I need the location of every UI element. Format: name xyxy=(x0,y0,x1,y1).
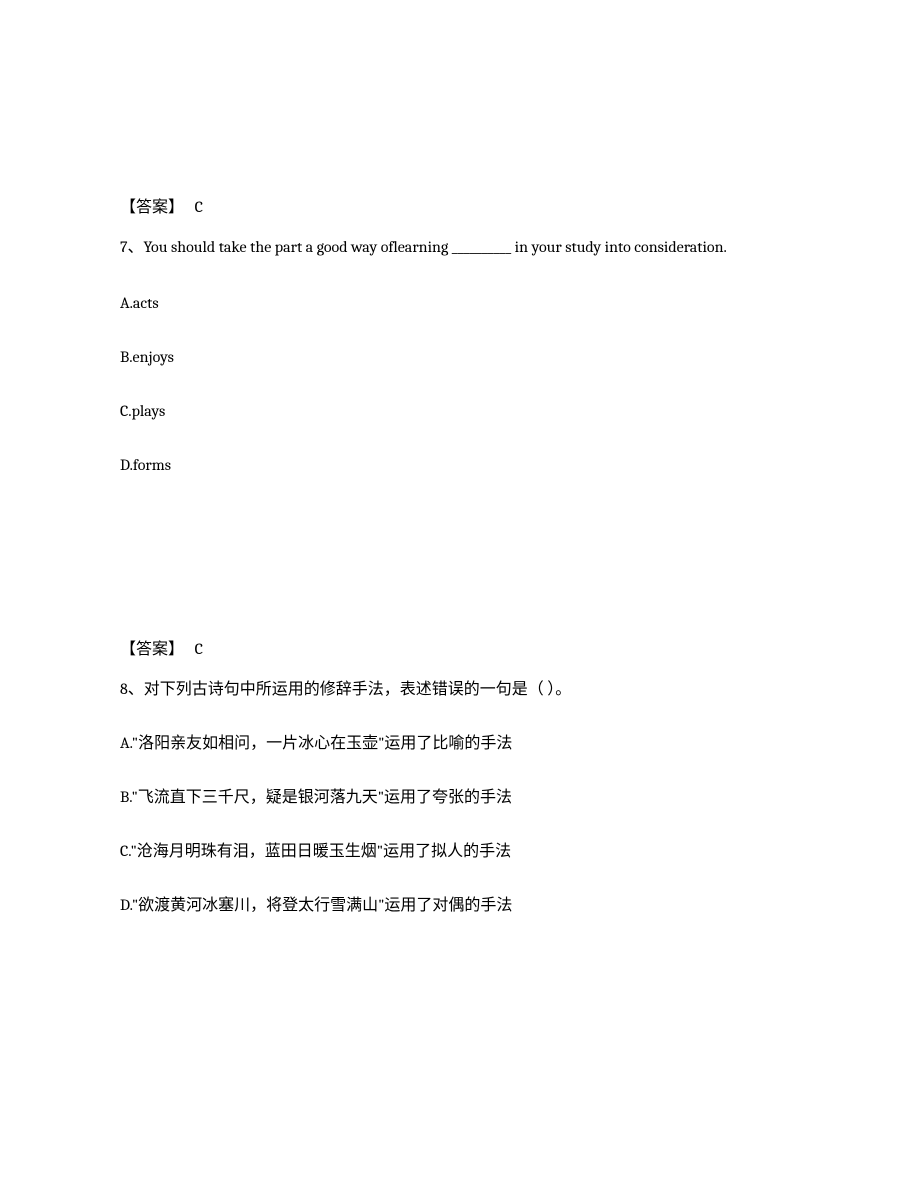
question-8-option-a: A."洛阳亲友如相问，一片冰心在玉壶"运用了比喻的手法 xyxy=(120,731,800,755)
question-8-option-c: C."沧海月明珠有泪，蓝田日暖玉生烟"运用了拟人的手法 xyxy=(120,839,800,863)
answer-6: 【答案】 C xyxy=(120,195,800,219)
question-7-number: 7、 xyxy=(120,238,144,256)
answer-6-label: 【答案】 xyxy=(120,198,184,216)
question-8-option-b: B."飞流直下三千尺，疑是银河落九天"运用了夸张的手法 xyxy=(120,785,800,809)
question-8-option-d: D."欲渡黄河冰塞川，将登太行雪满山"运用了对偶的手法 xyxy=(120,893,800,917)
spacer xyxy=(120,507,800,637)
question-7-option-b: B.enjoys xyxy=(120,345,800,369)
answer-7-value: C xyxy=(195,640,203,658)
question-7-body: You should take the part a good way ofle… xyxy=(144,238,727,256)
question-8-body: 对下列古诗句中所运用的修辞手法，表述错误的一句是（ ）。 xyxy=(144,680,572,698)
question-8-text: 8、对下列古诗句中所运用的修辞手法，表述错误的一句是（ ）。 xyxy=(120,677,800,701)
answer-6-value: C xyxy=(195,198,203,216)
answer-7-label: 【答案】 xyxy=(120,640,184,658)
question-8-number: 8、 xyxy=(120,680,144,698)
question-7-option-c: C.plays xyxy=(120,399,800,423)
question-7-option-d: D.forms xyxy=(120,453,800,477)
question-7-option-a: A.acts xyxy=(120,291,800,315)
answer-7: 【答案】 C xyxy=(120,637,800,661)
question-7-text: 7、You should take the part a good way of… xyxy=(120,235,800,261)
